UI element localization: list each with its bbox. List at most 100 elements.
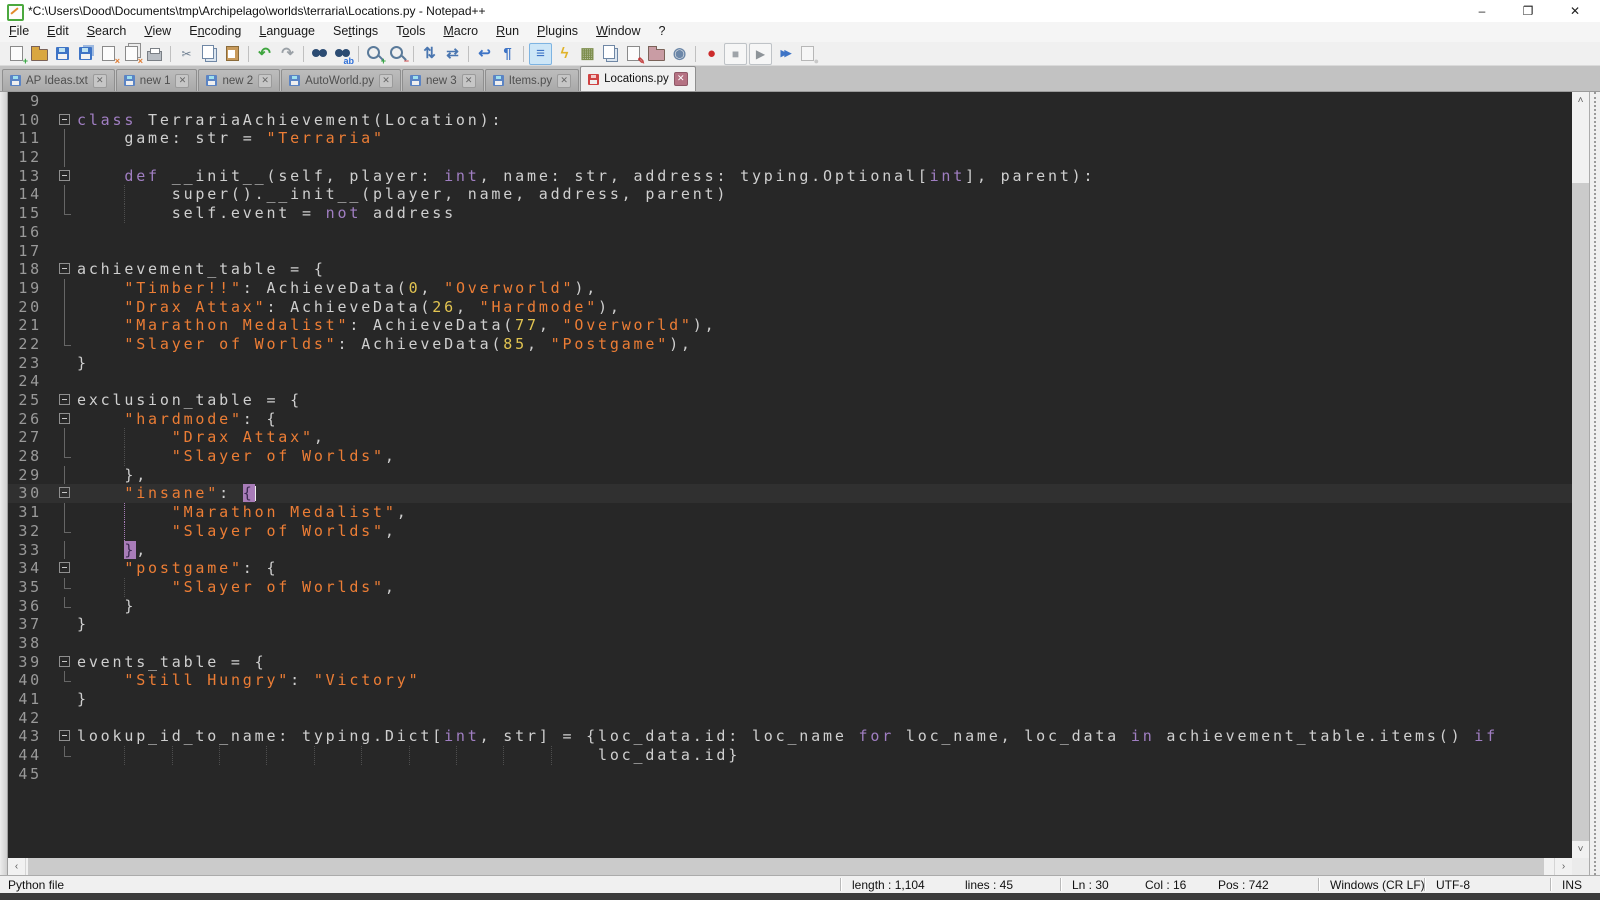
vertical-scroll-thumb[interactable] <box>1572 183 1589 841</box>
fold-margin[interactable] <box>42 653 77 672</box>
code-line-45[interactable]: 45 <box>8 765 1572 784</box>
code-line-15[interactable]: 15 self.event = not address <box>8 204 1572 223</box>
code-text[interactable]: "Drax Attax": AchieveData(26, "Hardmode"… <box>77 298 1572 317</box>
scroll-up-arrow-icon[interactable]: ˄ <box>1572 92 1589 109</box>
tab-close-icon[interactable]: ✕ <box>674 72 688 86</box>
fold-collapse-icon[interactable] <box>59 263 70 274</box>
fold-margin[interactable] <box>42 167 77 186</box>
replace-icon[interactable]: ab <box>332 44 353 64</box>
save-icon[interactable] <box>52 44 73 64</box>
code-line-38[interactable]: 38 <box>8 634 1572 653</box>
code-line-40[interactable]: 40 "Still Hungry": "Victory" <box>8 671 1572 690</box>
sync-vertical-icon[interactable]: ⇅ <box>419 44 440 64</box>
fold-collapse-icon[interactable] <box>59 170 70 181</box>
code-text[interactable] <box>77 242 1572 261</box>
code-text[interactable]: "Drax Attax", <box>77 428 1572 447</box>
fold-collapse-icon[interactable] <box>59 394 70 405</box>
cut-icon[interactable]: ✂ <box>176 44 197 64</box>
code-text[interactable] <box>77 634 1572 653</box>
code-text[interactable]: "insane": { <box>77 484 1572 503</box>
code-text[interactable]: self.event = not address <box>77 204 1572 223</box>
code-text[interactable]: } <box>77 690 1572 709</box>
find-icon[interactable] <box>309 44 330 64</box>
code-text[interactable] <box>77 372 1572 391</box>
code-text[interactable]: lookup_id_to_name: typing.Dict[int, str]… <box>77 727 1572 746</box>
tab-new-2[interactable]: new 2✕ <box>198 69 280 91</box>
code-text[interactable]: } <box>77 597 1572 616</box>
code-text[interactable]: "Still Hungry": "Victory" <box>77 671 1572 690</box>
tab-autoworld-py[interactable]: AutoWorld.py✕ <box>281 69 401 91</box>
new-file-icon[interactable]: + <box>6 44 27 64</box>
tab-new-1[interactable]: new 1✕ <box>116 69 198 91</box>
undo-icon[interactable]: ↶ <box>254 44 275 64</box>
save-all-icon[interactable] <box>75 44 96 64</box>
code-line-11[interactable]: 11 game: str = "Terraria" <box>8 129 1572 148</box>
fold-collapse-icon[interactable] <box>59 562 70 573</box>
code-text[interactable] <box>77 148 1572 167</box>
tab-close-icon[interactable]: ✕ <box>462 74 476 88</box>
code-text[interactable]: } <box>77 615 1572 634</box>
code-line-33[interactable]: 33 }, <box>8 541 1572 560</box>
menu-encoding[interactable]: Encoding <box>180 22 250 42</box>
code-text[interactable]: "Marathon Medalist": AchieveData(77, "Ov… <box>77 316 1572 335</box>
menu-search[interactable]: Search <box>78 22 136 42</box>
code-line-21[interactable]: 21 "Marathon Medalist": AchieveData(77, … <box>8 316 1572 335</box>
code-text[interactable]: "Timber!!": AchieveData(0, "Overworld"), <box>77 279 1572 298</box>
code-text[interactable] <box>77 223 1572 242</box>
code-text[interactable]: }, <box>77 466 1572 485</box>
code-line-34[interactable]: 34 "postgame": { <box>8 559 1572 578</box>
code-text[interactable]: "Marathon Medalist", <box>77 503 1572 522</box>
code-line-10[interactable]: 10class TerrariaAchievement(Location): <box>8 111 1572 130</box>
close-icon[interactable]: × <box>98 44 119 64</box>
code-text[interactable]: }, <box>77 541 1572 560</box>
fold-margin[interactable] <box>42 260 77 279</box>
horizontal-scroll-thumb[interactable] <box>28 858 1544 875</box>
code-text[interactable]: game: str = "Terraria" <box>77 129 1572 148</box>
code-line-44[interactable]: 44 loc_data.id} <box>8 746 1572 765</box>
tab-close-icon[interactable]: ✕ <box>258 74 272 88</box>
fold-margin[interactable] <box>42 559 77 578</box>
code-editor[interactable]: 910class TerrariaAchievement(Location):1… <box>8 92 1572 858</box>
minimize-button[interactable]: – <box>1465 0 1499 22</box>
code-line-41[interactable]: 41} <box>8 690 1572 709</box>
menu-view[interactable]: View <box>135 22 180 42</box>
menu-macro[interactable]: Macro <box>434 22 487 42</box>
doc-switcher-icon[interactable] <box>600 44 621 64</box>
code-line-13[interactable]: 13 def __init__(self, player: int, name:… <box>8 167 1572 186</box>
code-line-18[interactable]: 18achievement_table = { <box>8 260 1572 279</box>
tab-close-icon[interactable]: ✕ <box>379 74 393 88</box>
menu-file[interactable]: File <box>0 22 38 42</box>
fold-collapse-icon[interactable] <box>59 656 70 667</box>
code-text[interactable]: exclusion_table = { <box>77 391 1572 410</box>
code-line-27[interactable]: 27 "Drax Attax", <box>8 428 1572 447</box>
menu-edit[interactable]: Edit <box>38 22 78 42</box>
copy-icon[interactable] <box>199 44 220 64</box>
code-line-20[interactable]: 20 "Drax Attax": AchieveData(26, "Hardmo… <box>8 298 1572 317</box>
code-line-25[interactable]: 25exclusion_table = { <box>8 391 1572 410</box>
lightning-icon[interactable]: ϟ <box>554 44 575 64</box>
code-text[interactable]: loc_data.id} <box>77 746 1572 765</box>
sync-horizontal-icon[interactable]: ⇄ <box>442 44 463 64</box>
macro-record-icon[interactable]: ● <box>701 44 722 64</box>
scroll-down-arrow-icon[interactable]: ˅ <box>1572 841 1589 858</box>
horizontal-scrollbar[interactable]: ‹ › <box>8 858 1572 875</box>
fold-margin[interactable] <box>42 727 77 746</box>
macro-stop-icon[interactable]: ■ <box>724 43 747 65</box>
fold-margin[interactable] <box>42 484 77 503</box>
code-line-24[interactable]: 24 <box>8 372 1572 391</box>
tab-close-icon[interactable]: ✕ <box>175 74 189 88</box>
tab-items-py[interactable]: Items.py✕ <box>485 69 579 91</box>
fold-collapse-icon[interactable] <box>59 487 70 498</box>
scroll-right-arrow-icon[interactable]: › <box>1554 858 1572 875</box>
code-text[interactable]: class TerrariaAchievement(Location): <box>77 111 1572 130</box>
code-line-39[interactable]: 39events_table = { <box>8 653 1572 672</box>
fold-collapse-icon[interactable] <box>59 730 70 741</box>
zoom-in-icon[interactable]: + <box>364 44 385 64</box>
fold-collapse-icon[interactable] <box>59 114 70 125</box>
restore-button[interactable]: ❐ <box>1511 0 1545 22</box>
code-line-17[interactable]: 17 <box>8 242 1572 261</box>
vertical-scrollbar[interactable]: ˄ ˅ <box>1572 92 1589 858</box>
code-line-16[interactable]: 16 <box>8 223 1572 242</box>
zoom-out-icon[interactable]: − <box>387 44 408 64</box>
code-text[interactable]: "Slayer of Worlds", <box>77 447 1572 466</box>
